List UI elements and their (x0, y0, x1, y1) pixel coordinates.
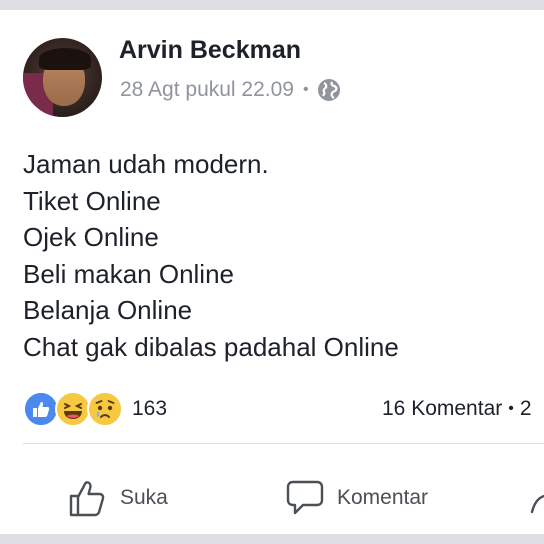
post-text-line: Tiket Online (23, 185, 161, 216)
author-avatar[interactable] (23, 38, 102, 117)
like-reaction-icon (23, 391, 59, 427)
thumbs-up-icon (69, 481, 105, 517)
post-text-line: Jaman udah modern. (23, 149, 269, 179)
haha-reaction-icon (55, 391, 91, 427)
post-text-line: Ojek Online (23, 222, 159, 252)
meta-separator: • (302, 81, 309, 98)
post-card: Arvin Beckman 28 Agt pukul 22.09 • Jaman… (0, 10, 544, 534)
post-text-line: Beli makan Online (23, 258, 234, 289)
post-text-line: Belanja Online (23, 295, 193, 325)
share-arrow-icon (530, 494, 544, 514)
divider (23, 443, 544, 444)
sad-reaction-icon (87, 391, 123, 427)
globe-icon[interactable] (317, 78, 341, 102)
like-button-label: Suka (120, 486, 168, 509)
comment-count-link[interactable]: 16 Komentar (382, 397, 502, 420)
share-count-link[interactable]: 2 (520, 397, 532, 420)
reaction-count[interactable]: 163 (132, 397, 167, 421)
like-button[interactable]: Suka (68, 476, 168, 520)
post-timestamp[interactable]: 28 Agt pukul 22.09 (120, 78, 294, 102)
engagement-counts: 16 Komentar • 2 (382, 397, 532, 421)
post-text: Jaman udah modern. Tiket Online Ojek Onl… (23, 146, 399, 365)
engagement-separator: • (508, 400, 514, 417)
author-name[interactable]: Arvin Beckman (119, 36, 301, 65)
comment-button-label: Komentar (337, 486, 429, 509)
comment-bubble-icon (286, 480, 324, 515)
share-button[interactable] (530, 476, 544, 520)
post-text-line: Chat gak dibalas padahal Online (23, 331, 399, 362)
post-meta: 28 Agt pukul 22.09 • (120, 78, 341, 102)
reactions-summary[interactable]: 163 (23, 391, 167, 427)
comment-button[interactable]: Komentar (285, 476, 428, 520)
